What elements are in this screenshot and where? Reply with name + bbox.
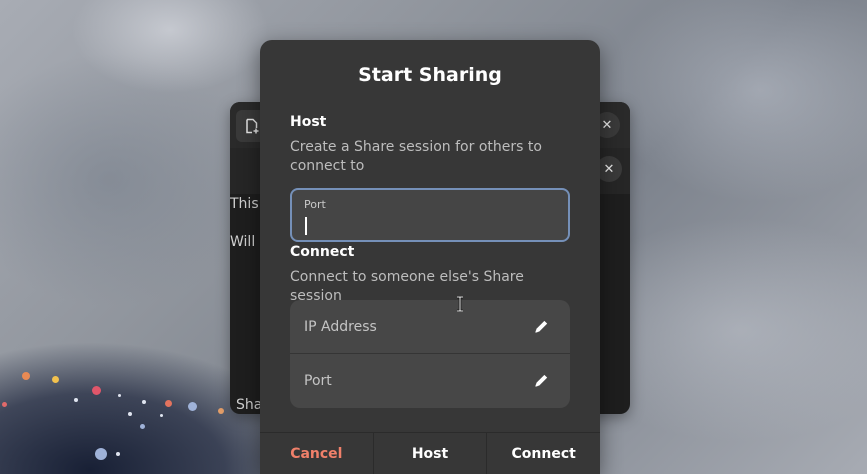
wallpaper-dot bbox=[22, 372, 30, 380]
text-caret bbox=[305, 217, 307, 235]
dialog-button-bar: Cancel Host Connect bbox=[260, 432, 600, 474]
background-footer-text: Sha bbox=[236, 397, 263, 413]
wallpaper-dot bbox=[165, 400, 172, 407]
wallpaper-dot bbox=[52, 376, 59, 383]
wallpaper-dot bbox=[118, 394, 121, 397]
cancel-button[interactable]: Cancel bbox=[260, 433, 374, 474]
pencil-icon[interactable] bbox=[532, 318, 550, 336]
wallpaper-dot bbox=[95, 448, 107, 460]
connect-fields-list: IP Address Port bbox=[290, 300, 570, 408]
connect-port-label: Port bbox=[304, 373, 332, 389]
host-section-description: Create a Share session for others to con… bbox=[290, 139, 542, 174]
ip-address-row[interactable]: IP Address bbox=[290, 300, 570, 354]
wallpaper-dot bbox=[188, 402, 197, 411]
background-text-line: Will bbox=[230, 234, 256, 250]
wallpaper-dot bbox=[116, 452, 120, 456]
ip-address-label: IP Address bbox=[304, 319, 377, 335]
wallpaper-dot bbox=[142, 400, 146, 404]
connect-button[interactable]: Connect bbox=[487, 433, 600, 474]
wallpaper-dot bbox=[140, 424, 145, 429]
connect-section-title: Connect bbox=[290, 244, 355, 260]
host-button[interactable]: Host bbox=[374, 433, 488, 474]
new-document-glyph bbox=[246, 118, 259, 134]
wallpaper-dot bbox=[2, 402, 7, 407]
wallpaper-dot bbox=[92, 386, 101, 395]
pencil-icon[interactable] bbox=[532, 372, 550, 390]
background-text-line: This bbox=[230, 196, 259, 212]
wallpaper-dot bbox=[160, 414, 163, 417]
wallpaper-dot bbox=[128, 412, 132, 416]
wallpaper-dot bbox=[218, 408, 224, 414]
host-port-label: Port bbox=[304, 198, 326, 211]
dialog-title: Start Sharing bbox=[358, 64, 502, 86]
host-port-input[interactable]: Port bbox=[290, 188, 570, 242]
wallpaper-dot bbox=[74, 398, 78, 402]
connect-port-row[interactable]: Port bbox=[290, 354, 570, 408]
text-cursor-icon bbox=[457, 296, 463, 312]
start-sharing-dialog: Start Sharing Host Create a Share sessio… bbox=[260, 40, 600, 474]
host-section-title: Host bbox=[290, 114, 327, 130]
